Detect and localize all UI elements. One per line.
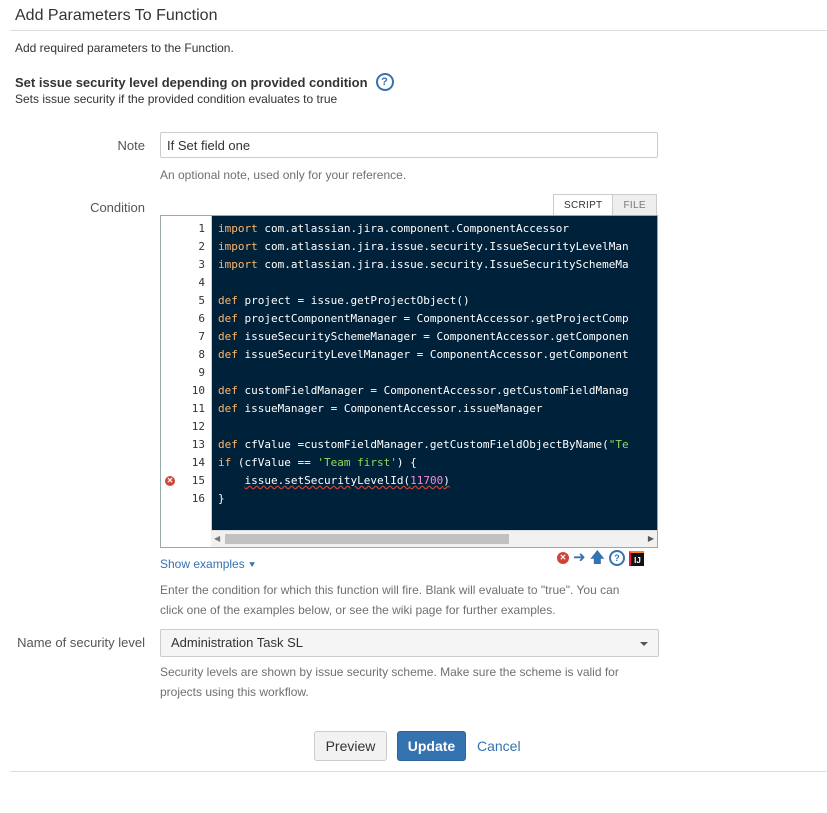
scroll-right-icon[interactable]: ▶ bbox=[648, 534, 654, 543]
page-title: Add Parameters To Function bbox=[15, 7, 218, 24]
note-hint: An optional note, used only for your ref… bbox=[160, 168, 407, 182]
line-number: 16 bbox=[191, 492, 205, 505]
line-number: 3 bbox=[198, 258, 205, 271]
code-line: import com.atlassian.jira.component.Comp… bbox=[218, 222, 570, 235]
security-level-label: Name of security level bbox=[17, 635, 145, 650]
editor-tabs: SCRIPT FILE bbox=[553, 194, 657, 216]
preview-button[interactable]: Preview bbox=[314, 731, 387, 761]
line-number: 13 bbox=[191, 438, 205, 451]
line-number: 10 bbox=[191, 384, 205, 397]
chevron-double-down-icon: ⯆ bbox=[248, 560, 257, 571]
note-label: Note bbox=[117, 138, 145, 153]
show-examples-label: Show examples bbox=[160, 557, 245, 571]
security-level-hint: Security levels are shown by issue secur… bbox=[160, 665, 619, 699]
error-marker-icon[interactable]: ✕ bbox=[165, 476, 175, 486]
code-line-error: issue.setSecurityLevelId(11700) bbox=[244, 474, 450, 487]
line-number: 2 bbox=[198, 240, 205, 253]
intro-text: Add required parameters to the Function. bbox=[15, 41, 234, 55]
condition-label: Condition bbox=[90, 200, 145, 215]
editor-toolbar: ✕ ➜ 🡅 ? IJ bbox=[557, 550, 644, 566]
footer-divider bbox=[10, 771, 827, 772]
code-editor[interactable]: ✕ 1 2 3 4 5 6 7 8 9 10 11 12 13 14 15 16… bbox=[160, 215, 658, 548]
code-line: def issueSecuritySchemeManager = Compone… bbox=[218, 330, 629, 343]
line-number: 11 bbox=[191, 402, 205, 415]
update-button[interactable]: Update bbox=[397, 731, 466, 761]
show-examples-link[interactable]: Show examples ⯆ bbox=[160, 557, 256, 571]
line-number: 8 bbox=[198, 348, 205, 361]
function-description: Sets issue security if the provided cond… bbox=[15, 92, 338, 106]
security-level-select[interactable]: Administration Task SL bbox=[160, 629, 659, 657]
horizontal-scrollbar[interactable]: ◀ ▶ bbox=[211, 530, 657, 547]
help-icon[interactable]: ? bbox=[609, 550, 625, 566]
code-line: def customFieldManager = ComponentAccess… bbox=[218, 384, 629, 397]
intellij-icon[interactable]: IJ bbox=[629, 550, 644, 566]
error-icon[interactable]: ✕ bbox=[557, 552, 569, 564]
arrow-up-icon[interactable]: 🡅 bbox=[590, 550, 605, 566]
code-line: } bbox=[218, 492, 225, 505]
line-number: 5 bbox=[198, 294, 205, 307]
cancel-link[interactable]: Cancel bbox=[477, 738, 521, 754]
code-line: def project = issue.getProjectObject() bbox=[218, 294, 470, 307]
line-number: 9 bbox=[198, 366, 205, 379]
code-line: import com.atlassian.jira.issue.security… bbox=[218, 258, 629, 271]
line-number: 1 bbox=[198, 222, 205, 235]
arrow-right-icon[interactable]: ➜ bbox=[573, 550, 586, 566]
tab-file[interactable]: FILE bbox=[613, 194, 657, 216]
line-number-gutter: ✕ 1 2 3 4 5 6 7 8 9 10 11 12 13 14 15 16 bbox=[161, 216, 212, 547]
note-input[interactable] bbox=[160, 132, 658, 158]
title-divider bbox=[10, 30, 827, 31]
chevron-down-icon bbox=[640, 642, 648, 646]
condition-hint: Enter the condition for which this funct… bbox=[160, 583, 620, 617]
code-line: if (cfValue == 'Team first') { bbox=[218, 456, 417, 469]
line-number: 6 bbox=[198, 312, 205, 325]
code-line: def issueSecurityLevelManager = Componen… bbox=[218, 348, 629, 361]
line-number: 4 bbox=[198, 276, 205, 289]
code-line: def issueManager = ComponentAccessor.iss… bbox=[218, 402, 543, 415]
scroll-left-icon[interactable]: ◀ bbox=[214, 534, 220, 543]
function-name-text: Set issue security level depending on pr… bbox=[15, 74, 368, 90]
line-number: 12 bbox=[191, 420, 205, 433]
security-level-value: Administration Task SL bbox=[171, 635, 303, 650]
code-line: def cfValue =customFieldManager.getCusto… bbox=[218, 438, 629, 451]
scrollbar-thumb[interactable] bbox=[225, 534, 509, 544]
code-line: def projectComponentManager = ComponentA… bbox=[218, 312, 629, 325]
question-circle-icon[interactable]: ? bbox=[375, 73, 394, 91]
line-number: 14 bbox=[191, 456, 205, 469]
function-name: Set issue security level depending on pr… bbox=[15, 73, 394, 91]
line-number: 15 bbox=[191, 474, 205, 487]
tab-script[interactable]: SCRIPT bbox=[553, 194, 614, 216]
code-line: import com.atlassian.jira.issue.security… bbox=[218, 240, 629, 253]
line-number: 7 bbox=[198, 330, 205, 343]
